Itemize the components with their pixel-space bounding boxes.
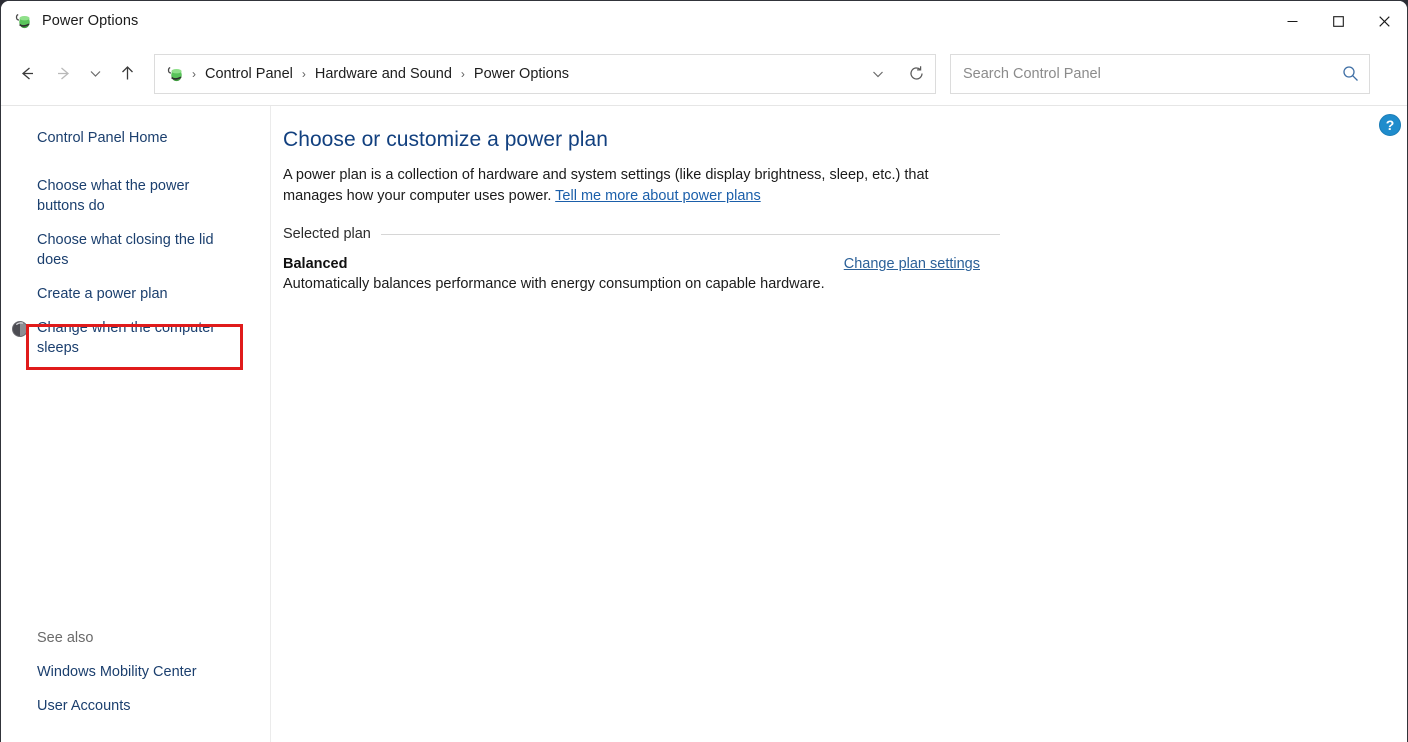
selected-plan-row: Balanced Change plan settings [283,256,980,272]
group-divider [381,234,1000,235]
address-chevron-down-icon[interactable] [859,55,897,93]
address-power-plug-icon [167,65,185,83]
minimize-button[interactable] [1269,1,1315,41]
window-title: Power Options [42,13,138,29]
forward-button[interactable] [45,56,81,92]
recent-locations-chevron-down-icon[interactable] [81,56,109,92]
body-area: Control Panel Home Choose what the power… [1,106,1407,742]
selected-plan-label: Selected plan [283,226,371,242]
power-options-window: Power Options [0,0,1408,742]
selected-plan-group-header: Selected plan [283,226,1000,242]
address-bar-actions [859,55,935,93]
breadcrumb-separator-0: › [189,67,199,81]
change-plan-settings-link[interactable]: Change plan settings [844,256,980,272]
title-bar: Power Options [1,1,1407,41]
breadcrumb-separator-2: › [458,67,468,81]
breadcrumb-item-hardware-and-sound[interactable]: Hardware and Sound [309,63,458,85]
maximize-button[interactable] [1315,1,1361,41]
sidebar: Control Panel Home Choose what the power… [1,106,271,742]
sidebar-item-windows-mobility-center[interactable]: Windows Mobility Center [1,659,237,685]
power-plans-help-link[interactable]: Tell me more about power plans [555,188,761,204]
navigation-bar: › Control Panel › Hardware and Sound › P… [1,41,1407,106]
power-plug-icon [15,12,33,30]
up-button[interactable] [109,56,145,92]
address-bar[interactable]: › Control Panel › Hardware and Sound › P… [154,54,936,94]
breadcrumb-separator-1: › [299,67,309,81]
search-input[interactable] [963,66,1337,82]
sidebar-item-closing-lid[interactable]: Choose what closing the lid does [1,227,237,273]
title-bar-left: Power Options [1,12,138,30]
plan-name: Balanced [283,256,844,272]
plan-description: Automatically balances performance with … [283,276,1407,292]
breadcrumb: › Control Panel › Hardware and Sound › P… [189,63,859,85]
search-box[interactable] [950,54,1370,94]
page-title: Choose or customize a power plan [283,128,1407,152]
window-controls [1269,1,1407,41]
breadcrumb-item-control-panel[interactable]: Control Panel [199,63,299,85]
sidebar-item-control-panel-home[interactable]: Control Panel Home [1,125,237,151]
sidebar-item-create-power-plan[interactable]: Create a power plan [1,281,237,307]
content-pane: ? Choose or customize a power plan A pow… [271,106,1407,742]
search-icon[interactable] [1337,61,1363,87]
intro-paragraph: A power plan is a collection of hardware… [283,165,958,206]
close-button[interactable] [1361,1,1407,41]
refresh-icon[interactable] [897,55,935,93]
sidebar-item-change-when-computer-sleeps[interactable]: Change when the computer sleeps [1,315,237,361]
sidebar-item-label: Change when the computer sleeps [37,320,215,356]
sidebar-item-user-accounts[interactable]: User Accounts [1,693,237,719]
breadcrumb-item-power-options[interactable]: Power Options [468,63,575,85]
see-also-section: See also Windows Mobility Center User Ac… [1,627,271,727]
shield-icon [11,320,29,338]
sidebar-item-power-buttons[interactable]: Choose what the power buttons do [1,173,237,219]
help-button[interactable]: ? [1379,114,1401,136]
see-also-title: See also [1,627,271,649]
back-button[interactable] [9,56,45,92]
